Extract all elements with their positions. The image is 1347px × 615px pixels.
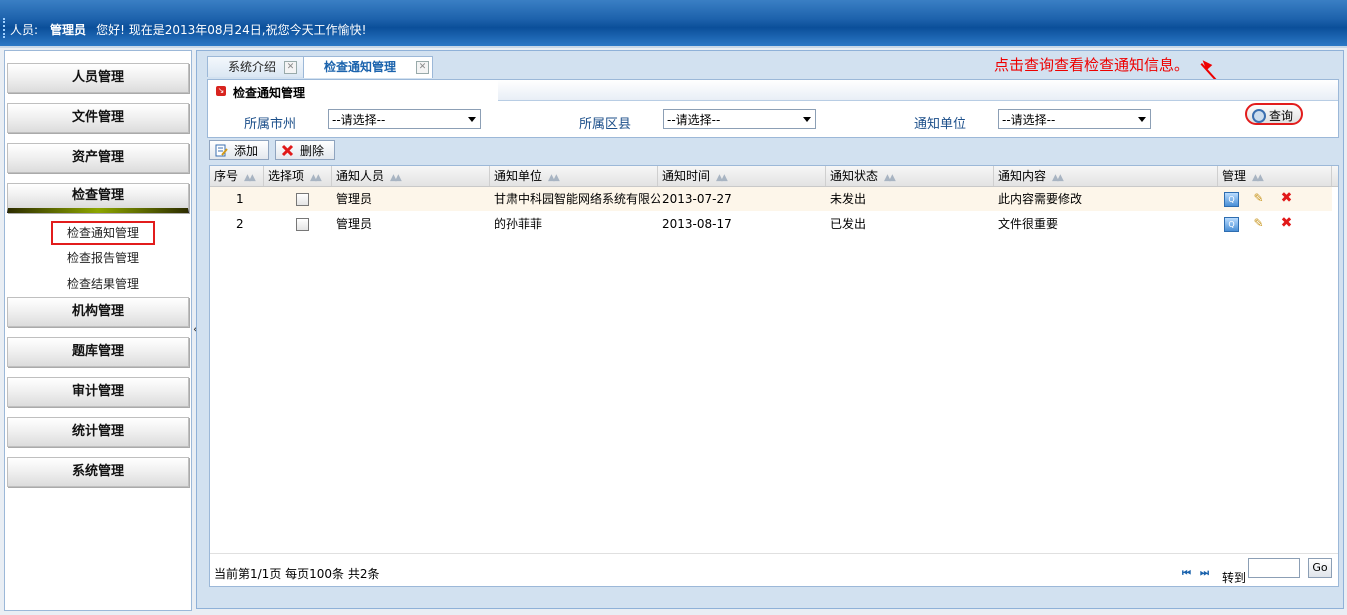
select-value: --请选择-- bbox=[667, 113, 721, 127]
greeting-text: 您好! 现在是2013年08月24日,祝您今天工作愉快! bbox=[96, 23, 367, 37]
sidebar-item-assets[interactable]: 资产管理 bbox=[7, 143, 189, 173]
subitem-inspection-report[interactable]: 检查报告管理 bbox=[53, 248, 153, 268]
row-checkbox[interactable] bbox=[296, 218, 309, 231]
cell-no: 2 bbox=[236, 217, 244, 231]
cell-person: 管理员 bbox=[336, 192, 373, 206]
filter-city-select[interactable]: --请选择-- bbox=[328, 109, 481, 129]
user-name: 管理员 bbox=[50, 23, 87, 37]
notice-table: 序号 ▲▲ 选择项 ▲▲ 通知人员 ▲▲ 通知单位 ▲▲ 通知时间 ▲▲ 通知状态 ▲▲ 通… bbox=[209, 165, 1339, 587]
table-row[interactable]: 2 管理员 的孙菲菲 2013-08-17 已发出 文件很重要 Q ✎ ✖ bbox=[210, 212, 1332, 236]
chevron-down-icon bbox=[1138, 117, 1146, 122]
edit-icon[interactable]: ✎ bbox=[1252, 217, 1265, 230]
cell-status: 未发出 bbox=[830, 192, 867, 206]
cell-content: 此内容需要修改 bbox=[998, 192, 1083, 206]
annotation-text: 点击查询查看检查通知信息。 bbox=[994, 56, 1190, 74]
delete-label: 删除 bbox=[300, 144, 325, 158]
select-value: --请选择-- bbox=[1002, 113, 1056, 127]
table-header: 序号 ▲▲ 选择项 ▲▲ 通知人员 ▲▲ 通知单位 ▲▲ 通知时间 ▲▲ 通知状态 ▲▲ 通… bbox=[210, 166, 1338, 187]
annotation-arrowhead bbox=[1199, 57, 1213, 71]
edit-note-icon bbox=[215, 144, 228, 157]
user-label: 人员: bbox=[10, 23, 39, 37]
cell-person: 管理员 bbox=[336, 217, 373, 231]
cell-content: 文件很重要 bbox=[998, 217, 1059, 231]
cell-unit: 甘肃中科园智能网络系统有限公 bbox=[494, 192, 660, 206]
cell-unit: 的孙菲菲 bbox=[494, 217, 543, 231]
view-icon[interactable]: Q bbox=[1224, 192, 1239, 207]
query-label: 查询 bbox=[1269, 109, 1294, 123]
sidebar-item-question-bank[interactable]: 题库管理 bbox=[7, 337, 189, 367]
filter-district-label: 所属区县 bbox=[579, 117, 632, 132]
tab-label: 系统介绍 bbox=[228, 60, 277, 74]
main-area: 系统介绍 ✕ 检查通知管理 ✕ 点击查询查看检查通知信息。 ↘ 检查通知管理 所… bbox=[196, 50, 1344, 609]
select-value: --请选择-- bbox=[332, 113, 386, 127]
column-header[interactable]: 通知内容 ▲▲ bbox=[994, 166, 1218, 186]
cell-time: 2013-07-27 bbox=[662, 192, 732, 206]
sidebar-item-system[interactable]: 系统管理 bbox=[7, 457, 189, 487]
search-panel: ↘ 检查通知管理 所属市州 --请选择-- 所属区县 --请选择-- 通知单位 … bbox=[207, 79, 1339, 138]
goto-page-input[interactable] bbox=[1248, 558, 1300, 578]
row-checkbox[interactable] bbox=[296, 193, 309, 206]
last-page-icon[interactable]: ⏭ bbox=[1200, 569, 1212, 579]
filter-unit-label: 通知单位 bbox=[914, 117, 967, 132]
filter-unit-select[interactable]: --请选择-- bbox=[998, 109, 1151, 129]
panel-header-bar bbox=[498, 80, 1338, 101]
filter-district-select[interactable]: --请选择-- bbox=[663, 109, 816, 129]
close-icon[interactable]: ✕ bbox=[284, 61, 297, 74]
go-button[interactable]: Go bbox=[1308, 558, 1332, 578]
delete-icon[interactable]: ✖ bbox=[1280, 216, 1293, 230]
sidebar-item-personnel[interactable]: 人员管理 bbox=[7, 63, 189, 93]
greeting-bar: 人员: 管理员 您好! 现在是2013年08月24日,祝您今天工作愉快! bbox=[10, 21, 366, 38]
column-header[interactable]: 通知状态 ▲▲ bbox=[826, 166, 994, 186]
sidebar-item-audit[interactable]: 审计管理 bbox=[7, 377, 189, 407]
sidebar-item-statistics[interactable]: 统计管理 bbox=[7, 417, 189, 447]
search-icon bbox=[1252, 109, 1266, 123]
view-icon[interactable]: Q bbox=[1224, 217, 1239, 232]
top-header: 人员: 管理员 您好! 现在是2013年08月24日,祝您今天工作愉快! bbox=[0, 0, 1347, 48]
sidebar-item-inspection[interactable]: 检查管理 bbox=[7, 183, 189, 213]
goto-label: 转到 bbox=[1222, 571, 1247, 585]
page-info: 当前第1/1页 每页100条 共2条 bbox=[214, 567, 380, 581]
cell-time: 2013-08-17 bbox=[662, 217, 732, 231]
column-header[interactable]: 通知人员 ▲▲ bbox=[332, 166, 490, 186]
header-dots bbox=[3, 18, 8, 38]
subitem-inspection-notice[interactable]: 检查通知管理 bbox=[51, 221, 155, 245]
sidebar-item-files[interactable]: 文件管理 bbox=[7, 103, 189, 133]
column-header[interactable]: 管理 ▲▲ bbox=[1218, 166, 1332, 186]
subitem-inspection-result[interactable]: 检查结果管理 bbox=[53, 274, 153, 294]
column-header[interactable]: 序号 ▲▲ bbox=[210, 166, 264, 186]
panel-header: ↘ 检查通知管理 bbox=[208, 80, 498, 102]
first-page-icon[interactable]: ⏮ bbox=[1182, 569, 1194, 579]
cell-no: 1 bbox=[236, 192, 244, 206]
cell-status: 已发出 bbox=[830, 217, 867, 231]
delete-button[interactable]: 删除 bbox=[275, 140, 335, 160]
sidebar: 人员管理 文件管理 资产管理 检查管理 检查通知管理 检查报告管理 检查结果管理… bbox=[4, 50, 192, 611]
column-header[interactable]: 通知时间 ▲▲ bbox=[658, 166, 826, 186]
edit-icon[interactable]: ✎ bbox=[1252, 192, 1265, 205]
close-icon[interactable]: ✕ bbox=[416, 61, 429, 74]
chevron-down-icon bbox=[803, 117, 811, 122]
arrow-down-icon: ↘ bbox=[216, 86, 226, 96]
add-button[interactable]: 添加 bbox=[209, 140, 269, 160]
filter-city-label: 所属市州 bbox=[244, 117, 297, 132]
tab-label: 检查通知管理 bbox=[324, 60, 397, 74]
chevron-down-icon bbox=[468, 117, 476, 122]
panel-title: 检查通知管理 bbox=[233, 86, 306, 100]
sidebar-item-organization[interactable]: 机构管理 bbox=[7, 297, 189, 327]
delete-x-icon bbox=[281, 144, 294, 157]
delete-icon[interactable]: ✖ bbox=[1280, 191, 1293, 205]
query-button[interactable]: 查询 bbox=[1245, 103, 1303, 125]
column-header[interactable]: 通知单位 ▲▲ bbox=[490, 166, 658, 186]
column-header[interactable]: 选择项 ▲▲ bbox=[264, 166, 332, 186]
tab-inspection-notice[interactable]: 检查通知管理 ✕ bbox=[303, 56, 433, 78]
table-row[interactable]: 1 管理员 甘肃中科园智能网络系统有限公 2013-07-27 未发出 此内容需… bbox=[210, 187, 1332, 211]
add-label: 添加 bbox=[234, 144, 259, 158]
pager: 当前第1/1页 每页100条 共2条 ⏮ ⏭ 转到 Go bbox=[210, 553, 1338, 586]
